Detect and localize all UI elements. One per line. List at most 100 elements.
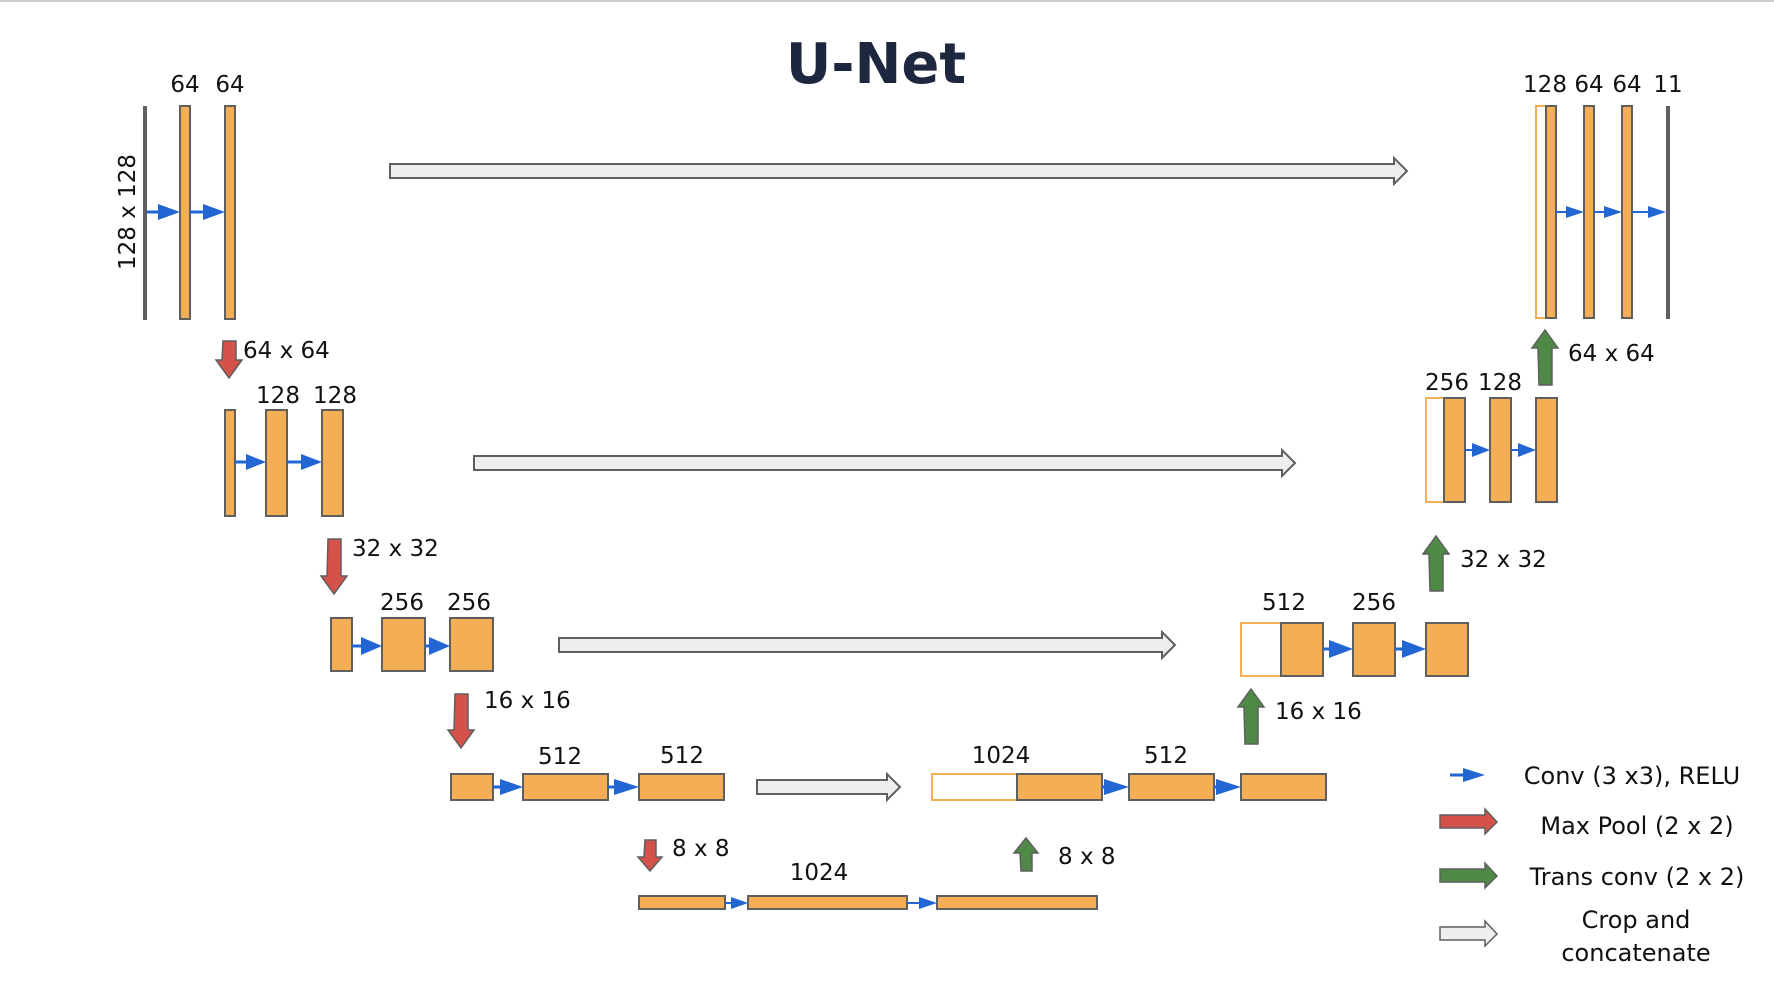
concat-arrow-icon [473,447,1297,479]
decoder-level-4: 1024 512 [931,743,1327,801]
legend-item-conv: Conv (3 x3), RELU [1450,762,1740,790]
legend-label: Trans conv (2 x 2) [1529,863,1745,891]
decoder-level-1: 128 64 64 11 [1523,72,1683,319]
feature-map [1489,397,1512,503]
concat-arrow-icon [389,155,1409,187]
feature-map [747,895,908,910]
channel-label: 512 [1144,743,1188,769]
conv-arrow-icon [147,204,180,220]
channel-label: 64 [1574,72,1603,98]
legend-item-concat: Crop and concatenate [1439,906,1711,967]
copied-feature-map [1240,622,1282,677]
legend: Conv (3 x3), RELU Max Pool (2 x 2) Trans… [1439,762,1745,967]
encoder-level-1: 64 64 128 x 128 [115,72,245,320]
feature-map [265,409,288,517]
feature-map [1280,622,1324,677]
channel-label: 128 [1478,370,1522,396]
feature-map [449,617,494,672]
conv-arrow-icon [493,779,523,795]
maxpool-arrow-icon [214,340,244,380]
feature-map [1621,105,1633,319]
copied-feature-map [931,773,1018,801]
feature-map [224,409,236,517]
conv-arrow-icon [608,779,639,795]
feature-map [1425,622,1469,677]
legend-label: Conv (3 x3), RELU [1524,762,1740,790]
transconv-arrow-icon [1421,534,1451,592]
transconv-arrow-icon [1236,687,1266,745]
up-size-label: 32 x 32 [1460,547,1547,573]
channel-label: 256 [447,590,491,616]
maxpool-arrow-icon [319,538,349,596]
up-size-label: 8 x 8 [1058,844,1116,870]
legend-label: Max Pool (2 x 2) [1540,812,1733,840]
channel-label: 128 [1523,72,1567,98]
pool-size-label: 8 x 8 [672,836,730,862]
conv-arrow-icon [1395,640,1426,658]
channel-label: 1024 [972,743,1031,769]
conv-arrow-icon [352,637,382,655]
conv-arrow-icon [1450,768,1485,782]
channel-label: 512 [538,744,582,770]
output-map [1666,106,1670,319]
input-size-label: 128 x 128 [115,154,141,270]
concat-arrow-icon [756,771,902,803]
copied-feature-map [1425,397,1445,503]
conv-arrow-icon [1214,779,1241,795]
transconv-arrow-icon [1012,836,1040,872]
encoder-level-3: 256 256 [330,590,494,672]
feature-map [522,773,609,801]
feature-map [1545,105,1557,319]
conv-arrow-icon [1102,779,1129,795]
feature-map [450,773,494,801]
concat-arrow-icon [1439,919,1499,948]
legend-label: Crop and [1582,906,1691,934]
concat-arrow-icon [558,629,1177,661]
pool-size-label: 32 x 32 [352,536,439,562]
maxpool-arrow-icon [446,693,476,750]
decoder-level-2: 256 128 [1425,370,1558,503]
feature-map [638,895,726,910]
channel-label: 256 [380,590,424,616]
feature-map [179,105,191,320]
legend-item-maxpool: Max Pool (2 x 2) [1439,807,1734,840]
channel-label: 512 [660,743,704,769]
legend-item-transconv: Trans conv (2 x 2) [1439,861,1745,891]
copied-feature-map [1535,105,1547,319]
channel-label: 256 [1352,590,1396,616]
feature-map [1352,622,1396,677]
transconv-arrow-icon [1439,861,1499,890]
maxpool-arrow-icon [1439,807,1499,836]
conv-arrow-icon [1594,206,1622,218]
channel-label: 256 [1425,370,1469,396]
feature-map [1443,397,1466,503]
encoder-level-4: 512 512 [450,743,725,801]
encoder-level-2: 128 128 [224,383,357,517]
diagram-title: U-Net [786,32,966,97]
conv-arrow-icon [1511,443,1536,457]
conv-arrow-icon [1632,206,1666,218]
feature-map [321,409,344,517]
channel-label: 64 [1612,72,1641,98]
feature-map [1016,773,1103,801]
conv-arrow-icon [725,897,748,909]
pool-size-label: 64 x 64 [243,338,330,364]
conv-arrow-icon [907,897,937,909]
up-size-label: 64 x 64 [1568,341,1655,367]
conv-arrow-icon [1556,206,1584,218]
channel-label: 128 [313,383,357,409]
feature-map [1535,397,1558,503]
feature-map [1583,105,1595,319]
conv-arrow-icon [425,637,450,655]
feature-map [224,105,236,320]
channel-label: 11 [1653,72,1682,98]
legend-label: concatenate [1561,939,1710,967]
feature-map [1128,773,1215,801]
decoder-level-3: 512 256 [1240,590,1469,677]
conv-arrow-icon [190,204,225,220]
conv-arrow-icon [1465,443,1490,457]
input-image [143,106,147,320]
channel-label: 128 [256,383,300,409]
transconv-arrow-icon [1530,328,1560,386]
feature-map [330,617,353,672]
